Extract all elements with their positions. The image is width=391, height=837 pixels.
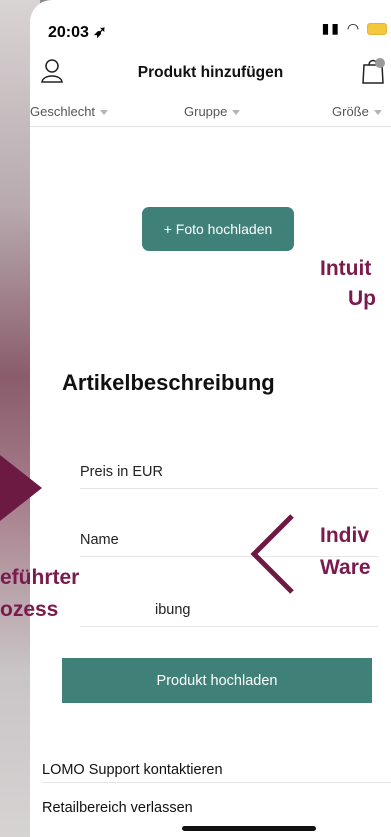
arrow-right-icon — [0, 455, 42, 521]
location-arrow-icon: ➶ — [93, 24, 107, 41]
leave-retail-link[interactable]: Retailbereich verlassen — [42, 792, 391, 829]
top-bar: Produkt hinzufügen — [30, 56, 391, 94]
status-time: 20:03 ➶ — [48, 24, 107, 41]
description-placeholder: ibung — [155, 602, 191, 618]
name-placeholder: Name — [80, 532, 119, 548]
annotation-ware: Ware — [320, 556, 371, 579]
battery-icon — [367, 23, 387, 36]
contact-support-link[interactable]: LOMO Support kontaktieren — [42, 754, 391, 791]
description-field[interactable]: ibung — [80, 598, 378, 627]
page-title: Produkt hinzufügen — [137, 64, 284, 81]
annotation-guided: eführter — [0, 566, 80, 589]
price-field[interactable]: Preis in EUR — [80, 460, 378, 489]
annotation-individual: Indiv — [320, 524, 370, 547]
home-indicator — [182, 826, 316, 831]
upload-product-button[interactable]: Produkt hochladen — [62, 658, 372, 703]
wifi-icon: ◠ — [346, 20, 362, 36]
filter-geschlecht[interactable]: Geschlecht — [30, 104, 109, 119]
signal-icon: ▮▮ — [321, 20, 341, 36]
price-placeholder: Preis in EUR — [80, 464, 163, 480]
filter-gruppe[interactable]: Gruppe — [184, 104, 241, 119]
status-bar: 20:03 ➶ ▮▮ ◠ — [30, 0, 391, 56]
divider — [42, 782, 391, 783]
caret-down-icon — [100, 110, 109, 116]
caret-down-icon — [232, 110, 241, 116]
annotation-process: ozess — [0, 598, 59, 621]
status-icons: ▮▮ ◠ — [322, 20, 387, 37]
upload-photo-button[interactable]: + Foto hochladen — [142, 207, 294, 251]
shopping-bag-icon[interactable] — [361, 56, 385, 84]
section-title: Artikelbeschreibung — [62, 370, 275, 395]
chevron-left-icon — [250, 514, 294, 594]
filter-bar: Geschlecht Gruppe Größe — [30, 94, 391, 127]
annotation-intuitive: Intuit — [320, 257, 372, 280]
annotation-upload: Up — [348, 287, 376, 310]
filter-groesse[interactable]: Größe — [332, 104, 382, 119]
phone-screen: 20:03 ➶ ▮▮ ◠ Produkt hinzufügen Geschlec… — [30, 0, 391, 837]
caret-down-icon — [373, 110, 382, 116]
